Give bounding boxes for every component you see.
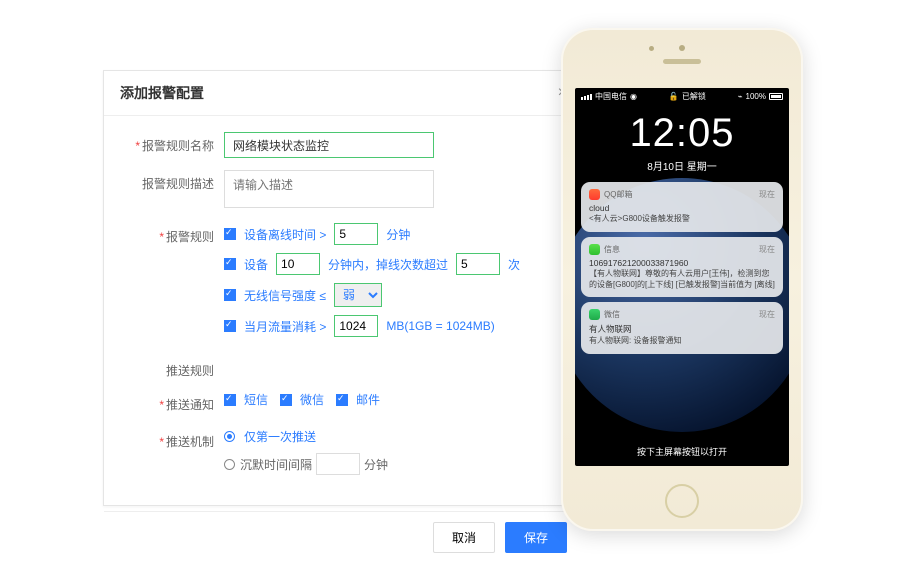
rule-drop-text: 分钟内，掉线次数超过 — [328, 256, 448, 273]
n3-time: 现在 — [759, 309, 775, 320]
label-push-notify: 推送通知 — [124, 391, 224, 413]
notification-qqmail[interactable]: QQ邮箱 现在 cloud <有人云>G800设备触发报警 — [581, 182, 783, 232]
signal-icon — [581, 94, 592, 100]
alarm-config-dialog: 添加报警配置 × 报警规则名称 报警规则描述 报警规则 设备离线时间 > 分钟 — [103, 70, 584, 506]
checkbox-traffic[interactable] — [224, 320, 236, 332]
n2-title: 106917621200033871960 — [589, 258, 775, 268]
lockscreen-time: 12:05 — [575, 111, 789, 156]
n2-time: 现在 — [759, 244, 775, 255]
lock-text: 已解锁 — [682, 91, 706, 102]
drop-window-input[interactable] — [276, 253, 320, 275]
phone-camera — [649, 46, 654, 51]
status-bar: 中国电信 ◉ 🔓 已解锁 ⌁ 100% — [575, 88, 789, 105]
n1-time: 现在 — [759, 189, 775, 200]
sms-icon — [589, 244, 600, 255]
wechat-label: 微信 — [300, 391, 324, 408]
traffic-input[interactable] — [334, 315, 378, 337]
phone-sensor — [679, 45, 685, 51]
n1-body: <有人云>G800设备触发报警 — [589, 214, 775, 225]
phone-mockup: 中国电信 ◉ 🔓 已解锁 ⌁ 100% 12:05 8月10日 星期一 QQ邮箱… — [561, 28, 803, 531]
dialog-footer: 取消 保存 — [104, 511, 583, 563]
silence-input[interactable] — [316, 453, 360, 475]
rule-offline-label: 设备离线时间 > — [244, 226, 326, 243]
checkbox-offline[interactable] — [224, 228, 236, 240]
n3-app: 微信 — [604, 309, 755, 320]
wechat-icon — [589, 309, 600, 320]
carrier: 中国电信 — [595, 91, 627, 102]
lockscreen-clock-area: 12:05 8月10日 星期一 — [575, 105, 789, 177]
radio-silence[interactable] — [224, 459, 235, 470]
dialog-header: 添加报警配置 × — [104, 71, 583, 116]
rule-name-input[interactable] — [224, 132, 434, 158]
rule-desc-input[interactable] — [224, 170, 434, 208]
wifi-icon: ◉ — [630, 92, 637, 101]
drop-unit: 次 — [508, 256, 520, 273]
dialog-title: 添加报警配置 — [120, 83, 204, 103]
n3-body: 有人物联网: 设备报警通知 — [589, 336, 775, 347]
offline-minutes-input[interactable] — [334, 223, 378, 245]
traffic-unit: MB(1GB = 1024MB) — [386, 319, 494, 333]
label-rule-desc: 报警规则描述 — [124, 170, 224, 192]
silence-unit: 分钟 — [364, 456, 388, 473]
email-label: 邮件 — [356, 391, 380, 408]
radio-once[interactable] — [224, 431, 235, 442]
checkbox-sms[interactable] — [224, 394, 236, 406]
home-button[interactable] — [665, 484, 699, 518]
notification-sms[interactable]: 信息 现在 106917621200033871960 【有人物联网】尊敬的有人… — [581, 237, 783, 298]
n1-app: QQ邮箱 — [604, 189, 755, 200]
rule-traffic-label: 当月流量消耗 > — [244, 318, 326, 335]
lockscreen-date: 8月10日 星期一 — [575, 158, 789, 173]
checkbox-email[interactable] — [336, 394, 348, 406]
sms-label: 短信 — [244, 391, 268, 408]
drop-count-input[interactable] — [456, 253, 500, 275]
signal-select[interactable]: 弱 — [334, 283, 382, 307]
label-rules: 报警规则 — [124, 223, 224, 245]
lock-icon: 🔓 — [669, 92, 679, 101]
rule-drop-label: 设备 — [244, 256, 268, 273]
label-push-mech: 推送机制 — [124, 428, 224, 450]
dialog-body: 报警规则名称 报警规则描述 报警规则 设备离线时间 > 分钟 设备 分钟 — [104, 116, 583, 511]
n3-title: 有人物联网 — [589, 323, 775, 335]
offline-unit: 分钟 — [386, 226, 410, 243]
n2-app: 信息 — [604, 244, 755, 255]
rule-signal-label: 无线信号强度 ≤ — [244, 287, 326, 304]
save-button[interactable]: 保存 — [505, 522, 567, 553]
cancel-button[interactable]: 取消 — [433, 522, 495, 553]
checkbox-wechat[interactable] — [280, 394, 292, 406]
n2-body: 【有人物联网】尊敬的有人云用户[王伟]，检测到您的设备[G800]的[上下线] … — [589, 269, 775, 291]
once-label: 仅第一次推送 — [244, 428, 316, 445]
n1-title: cloud — [589, 203, 775, 213]
silence-label: 沉默时间间隔 — [240, 456, 312, 473]
label-rule-name: 报警规则名称 — [124, 132, 224, 154]
label-push-rules: 推送规则 — [124, 357, 224, 379]
battery-icon — [769, 93, 783, 100]
battery-text: 100% — [746, 92, 766, 101]
checkbox-signal[interactable] — [224, 289, 236, 301]
phone-screen: 中国电信 ◉ 🔓 已解锁 ⌁ 100% 12:05 8月10日 星期一 QQ邮箱… — [575, 88, 789, 466]
qqmail-icon — [589, 189, 600, 200]
phone-speaker — [663, 59, 701, 64]
checkbox-dropcount[interactable] — [224, 258, 236, 270]
unlock-hint: 按下主屏幕按钮以打开 — [575, 445, 789, 458]
notification-wechat[interactable]: 微信 现在 有人物联网 有人物联网: 设备报警通知 — [581, 302, 783, 354]
bt-icon: ⌁ — [738, 92, 743, 101]
